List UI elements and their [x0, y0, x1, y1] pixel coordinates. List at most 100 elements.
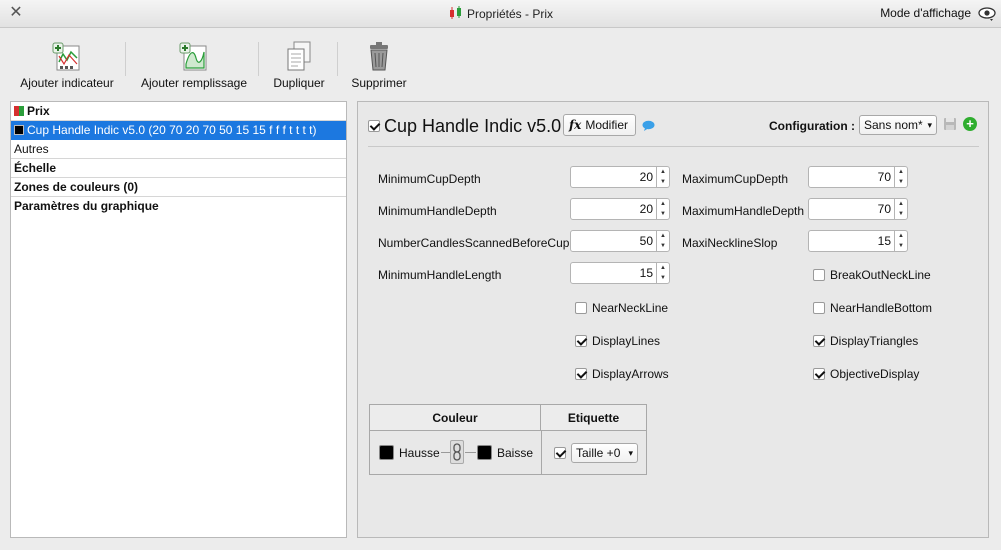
up-color-label: Hausse: [399, 446, 440, 460]
header-divider: [368, 146, 979, 147]
toolbar-divider: [258, 42, 259, 76]
checkbox-box: [575, 335, 587, 347]
spinner-arrows-icon[interactable]: ▲ ▼: [656, 167, 669, 187]
spinner-arrows-icon[interactable]: ▲ ▼: [656, 199, 669, 219]
display-arrows-checkbox[interactable]: DisplayArrows: [575, 367, 669, 381]
comment-bubble-icon[interactable]: [642, 120, 655, 131]
chain-link-glyph: [453, 443, 461, 461]
duplicate-icon: [287, 41, 311, 71]
add-fill-button[interactable]: Ajouter remplissage: [140, 40, 248, 90]
checkbox-box: [575, 368, 587, 380]
tree-item-label: Cup Handle Indic v5.0 (20 70 20 70 50 15…: [27, 123, 317, 137]
configuration-label: Configuration :: [769, 119, 855, 133]
trash-icon: [370, 42, 388, 71]
title-bar: ✕ Propriétés - Prix Mode d'affichage: [0, 0, 1001, 28]
modify-button[interactable]: fx Modifier: [563, 114, 636, 136]
spinner-value: 20: [639, 170, 653, 184]
save-icon[interactable]: [943, 117, 957, 131]
checkbox-box: [813, 335, 825, 347]
checkbox-box: [813, 269, 825, 281]
near-handle-bottom-checkbox[interactable]: NearHandleBottom: [813, 301, 932, 315]
checkbox-box: [368, 120, 380, 132]
delete-label: Supprimer: [351, 76, 407, 90]
spinner-value: 70: [877, 202, 891, 216]
configuration-select[interactable]: Sans nom* ▾: [859, 115, 937, 135]
spinner-arrows-icon[interactable]: ▲ ▼: [656, 263, 669, 283]
tree-item-echelle[interactable]: Échelle: [11, 159, 346, 178]
duplicate-label: Dupliquer: [273, 76, 325, 90]
display-triangles-checkbox[interactable]: DisplayTriangles: [813, 334, 918, 348]
color-column-header: Couleur: [370, 405, 541, 431]
indicator-enabled-checkbox[interactable]: [368, 119, 385, 133]
window-title: Propriétés - Prix: [466, 7, 554, 21]
param-label-maxi-neckline-slop: MaxiNecklineSlop: [682, 236, 778, 250]
toolbar: Ajouter indicateur Ajouter remplissage D…: [0, 28, 1001, 94]
dropdown-arrow-icon: ▾: [628, 448, 633, 458]
param-label-min-cup-depth: MinimumCupDepth: [378, 172, 481, 186]
param-label-min-handle-depth: MinimumHandleDepth: [378, 204, 497, 218]
function-icon: fx: [569, 118, 582, 132]
checkbox-label: DisplayArrows: [592, 367, 669, 381]
max-cup-depth-spinner[interactable]: 70 ▲ ▼: [808, 166, 908, 188]
breakout-neckline-checkbox[interactable]: BreakOutNeckLine: [813, 268, 931, 282]
down-color-swatch[interactable]: [477, 445, 492, 460]
tree-item-label: Autres: [14, 142, 49, 156]
add-indicator-button[interactable]: Ajouter indicateur: [18, 40, 116, 90]
checkbox-box: [813, 302, 825, 314]
checkbox-label: NearNeckLine: [592, 301, 669, 315]
tree-item-chart-settings[interactable]: Paramètres du graphique: [11, 197, 346, 216]
objective-display-checkbox[interactable]: ObjectiveDisplay: [813, 367, 919, 381]
max-handle-depth-spinner[interactable]: 70 ▲ ▼: [808, 198, 908, 220]
indicator-header: Cup Handle Indic v5.0 fx Modifier Configu…: [358, 102, 988, 148]
candles-scanned-spinner[interactable]: 50 ▲ ▼: [570, 230, 670, 252]
label-size-select[interactable]: Taille +0 ▾: [571, 443, 638, 463]
delete-button[interactable]: Supprimer: [348, 40, 410, 90]
tree-item-prix[interactable]: Prix: [11, 102, 346, 121]
tree-item-autres[interactable]: Autres: [11, 140, 346, 159]
link-line: [465, 452, 476, 453]
checkbox-label: NearHandleBottom: [830, 301, 933, 315]
up-color-swatch[interactable]: [379, 445, 394, 460]
configuration-value: Sans nom*: [864, 118, 923, 132]
tree-item-label: Prix: [27, 104, 50, 118]
checkbox-label: ObjectiveDisplay: [830, 367, 920, 381]
add-fill-label: Ajouter remplissage: [140, 76, 248, 90]
spinner-value: 50: [639, 234, 653, 248]
display-mode-label[interactable]: Mode d'affichage: [880, 6, 971, 20]
add-fill-icon: [179, 42, 207, 71]
param-label-candles-scanned: NumberCandlesScannedBeforeCup: [378, 236, 570, 250]
min-cup-depth-spinner[interactable]: 20 ▲ ▼: [570, 166, 670, 188]
indicator-settings-panel: Cup Handle Indic v5.0 fx Modifier Configu…: [357, 101, 989, 538]
color-label-table: Couleur Etiquette Hausse Baisse Taille +…: [369, 404, 647, 475]
min-handle-length-spinner[interactable]: 15 ▲ ▼: [570, 262, 670, 284]
add-indicator-label: Ajouter indicateur: [20, 76, 114, 90]
column-divider: [541, 431, 542, 475]
near-neckline-checkbox[interactable]: NearNeckLine: [575, 301, 668, 315]
link-line: [441, 452, 450, 453]
tree-item-cup-handle[interactable]: Cup Handle Indic v5.0 (20 70 20 70 50 15…: [11, 121, 346, 140]
label-enabled-checkbox[interactable]: [554, 446, 571, 460]
toolbar-divider: [125, 42, 126, 76]
maxi-neckline-slop-spinner[interactable]: 15 ▲ ▼: [808, 230, 908, 252]
tree-item-color-zones[interactable]: Zones de couleurs (0): [11, 178, 346, 197]
indicator-title: Cup Handle Indic v5.0: [384, 116, 562, 136]
checkbox-box: [554, 447, 566, 459]
spinner-value: 15: [877, 234, 891, 248]
display-lines-checkbox[interactable]: DisplayLines: [575, 334, 660, 348]
checkbox-label: BreakOutNeckLine: [830, 268, 931, 282]
spinner-arrows-icon[interactable]: ▲ ▼: [656, 231, 669, 251]
tree-item-label: Échelle: [14, 161, 57, 175]
candlestick-icon: [449, 6, 461, 19]
duplicate-button[interactable]: Dupliquer: [268, 40, 330, 90]
label-column-header: Etiquette: [541, 405, 646, 431]
spinner-arrows-icon[interactable]: ▲ ▼: [894, 231, 907, 251]
chain-link-icon[interactable]: [450, 440, 464, 464]
down-color-label: Baisse: [497, 446, 534, 460]
min-handle-depth-spinner[interactable]: 20 ▲ ▼: [570, 198, 670, 220]
dropdown-arrow-icon: ▾: [927, 120, 932, 130]
label-size-value: Taille +0: [576, 446, 621, 460]
eye-icon[interactable]: [978, 5, 996, 23]
spinner-arrows-icon[interactable]: ▲ ▼: [894, 199, 907, 219]
spinner-arrows-icon[interactable]: ▲ ▼: [894, 167, 907, 187]
add-configuration-icon[interactable]: +: [963, 117, 977, 131]
